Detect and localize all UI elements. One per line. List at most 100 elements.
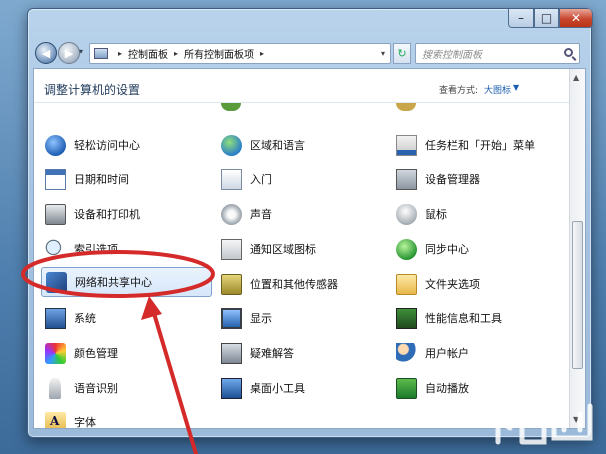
content-pane: 调整计算机的设置 查看方式: 大图标 ▼ 轻松访问中心 日期和时间 设备和打印机…: [33, 68, 586, 429]
notification-tray-icon: [221, 238, 242, 260]
item-mouse[interactable]: 鼠标: [396, 200, 447, 228]
device-manager-icon: [396, 168, 417, 190]
color-palette-icon: [45, 342, 66, 364]
refresh-button[interactable]: ↻: [393, 43, 411, 64]
item-label: 文件夹选项: [425, 278, 480, 291]
mouse-icon: [396, 203, 417, 225]
item-folder-options[interactable]: 文件夹选项: [396, 270, 480, 298]
item-label: 系统: [74, 312, 96, 325]
item-label: 颜色管理: [74, 347, 118, 360]
ease-of-access-icon: [45, 134, 66, 156]
item-label: 日期和时间: [74, 173, 129, 186]
scroll-up-arrow-icon[interactable]: ▲: [573, 73, 579, 82]
item-notification-icons[interactable]: 通知区域图标: [221, 235, 316, 263]
breadcrumb-separator[interactable]: ▸: [260, 49, 264, 58]
vertical-scrollbar[interactable]: ▲ ▼: [569, 69, 585, 428]
breadcrumb-all-items[interactable]: 所有控制面板项: [184, 46, 254, 61]
partial-item-icon: [396, 103, 416, 111]
breadcrumb-separator[interactable]: ▸: [174, 49, 178, 58]
view-by-label: 查看方式:: [439, 86, 479, 96]
item-desktop-gadgets[interactable]: 桌面小工具: [221, 374, 305, 402]
item-label: 语音识别: [74, 382, 118, 395]
calendar-clock-icon: [45, 168, 66, 190]
watermark-logo: [481, 399, 593, 445]
control-panel-window: – □ ✕ ◀ ▶ ▾ ▸ 控制面板 ▸ 所有控制面板项 ▸ ▾ ↻ 搜索控制面…: [27, 8, 593, 438]
item-autoplay[interactable]: 自动播放: [396, 374, 469, 402]
partial-item-icon: [221, 103, 241, 111]
view-by-dropdown[interactable]: 大图标: [484, 83, 511, 96]
item-label: 轻松访问中心: [74, 139, 140, 152]
scrollbar-thumb[interactable]: [572, 221, 583, 369]
item-getting-started[interactable]: 入门: [221, 165, 272, 193]
item-label: 设备管理器: [425, 173, 480, 186]
recent-pages-dropdown[interactable]: ▾: [79, 47, 83, 56]
item-label: 鼠标: [425, 208, 447, 221]
item-label: 疑难解答: [250, 347, 294, 360]
item-devices-printers[interactable]: 设备和打印机: [45, 200, 140, 228]
search-placeholder: 搜索控制面板: [422, 50, 482, 61]
computer-icon: [45, 307, 66, 329]
item-region-language[interactable]: 区域和语言: [221, 131, 305, 159]
item-label: 桌面小工具: [250, 382, 305, 395]
font-folder-icon: [45, 411, 66, 428]
item-indexing-options[interactable]: 索引选项: [45, 235, 118, 263]
item-label: 通知区域图标: [250, 243, 316, 256]
sensor-icon: [221, 273, 242, 295]
magnifier-icon: [45, 238, 66, 260]
item-fonts[interactable]: 字体: [45, 408, 96, 429]
item-label: 声音: [250, 208, 272, 221]
item-taskbar-start-menu[interactable]: 任务栏和「开始」菜单: [396, 131, 535, 159]
item-label: 入门: [250, 173, 272, 186]
breadcrumb-separator[interactable]: ▸: [118, 49, 122, 58]
item-label: 网络和共享中心: [75, 276, 152, 289]
item-network-sharing-center[interactable]: 网络和共享中心: [41, 267, 212, 297]
chevron-down-icon[interactable]: ▼: [513, 83, 519, 92]
page-title: 调整计算机的设置: [44, 83, 141, 97]
item-user-accounts[interactable]: 用户帐户: [396, 339, 469, 367]
item-device-manager[interactable]: 设备管理器: [396, 165, 480, 193]
troubleshoot-icon: [221, 342, 242, 364]
item-label: 位置和其他传感器: [250, 278, 338, 291]
microphone-icon: [49, 377, 61, 399]
maximize-button[interactable]: □: [534, 9, 559, 28]
item-label: 设备和打印机: [74, 208, 140, 221]
item-ease-of-access[interactable]: 轻松访问中心: [45, 131, 140, 159]
back-button[interactable]: ◀: [35, 42, 57, 64]
item-performance-tools[interactable]: 性能信息和工具: [396, 304, 502, 332]
minimize-button[interactable]: –: [508, 9, 534, 28]
item-label: 索引选项: [74, 243, 118, 256]
performance-icon: [396, 307, 417, 329]
navigation-bar: ◀ ▶ ▾ ▸ 控制面板 ▸ 所有控制面板项 ▸ ▾ ↻ 搜索控制面板: [33, 41, 586, 65]
item-sync-center[interactable]: 同步中心: [396, 235, 469, 263]
users-icon: [396, 342, 417, 364]
item-label: 字体: [74, 416, 96, 429]
monitor-icon: [221, 307, 242, 329]
printer-icon: [45, 203, 66, 225]
autoplay-icon: [396, 377, 417, 399]
forward-button[interactable]: ▶: [58, 42, 80, 64]
item-label: 用户帐户: [425, 347, 469, 360]
item-label: 自动播放: [425, 382, 469, 395]
close-button[interactable]: ✕: [559, 9, 593, 28]
search-input[interactable]: 搜索控制面板: [415, 43, 580, 64]
breadcrumb-control-panel[interactable]: 控制面板: [128, 46, 168, 61]
taskbar-icon: [396, 134, 417, 156]
sync-icon: [396, 238, 417, 260]
address-bar[interactable]: ▸ 控制面板 ▸ 所有控制面板项 ▸ ▾: [89, 43, 391, 64]
item-speech-recognition[interactable]: 语音识别: [45, 374, 118, 402]
item-sound[interactable]: 声音: [221, 200, 272, 228]
globe-icon: [221, 134, 242, 156]
item-location-sensors[interactable]: 位置和其他传感器: [221, 270, 338, 298]
search-icon[interactable]: [564, 48, 573, 57]
item-display[interactable]: 显示: [221, 304, 272, 332]
item-troubleshooting[interactable]: 疑难解答: [221, 339, 294, 367]
address-dropdown-icon[interactable]: ▾: [381, 49, 385, 58]
speaker-icon: [221, 203, 242, 225]
item-system[interactable]: 系统: [45, 304, 96, 332]
folder-icon: [396, 273, 417, 295]
item-color-management[interactable]: 颜色管理: [45, 339, 118, 367]
gadgets-icon: [221, 377, 242, 399]
item-label: 性能信息和工具: [425, 312, 502, 325]
item-date-time[interactable]: 日期和时间: [45, 165, 129, 193]
item-label: 任务栏和「开始」菜单: [425, 139, 535, 152]
